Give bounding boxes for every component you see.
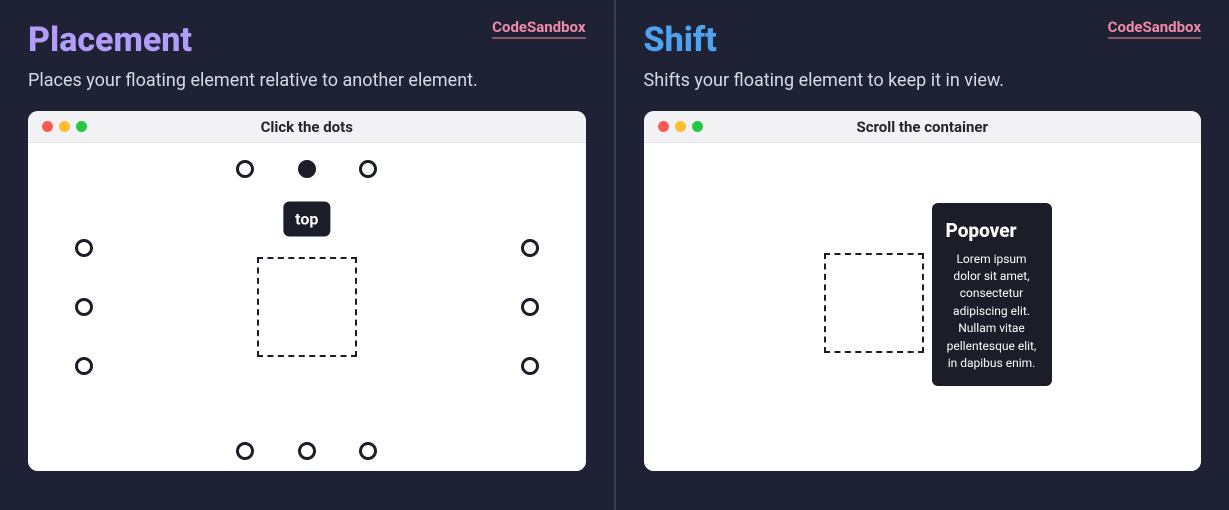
close-icon[interactable] bbox=[658, 121, 669, 132]
shift-subtitle: Shifts your floating element to keep it … bbox=[644, 70, 1202, 91]
popover-body: Lorem ipsum dolor sit amet, consectetur … bbox=[946, 251, 1038, 373]
dot-bottom-end[interactable] bbox=[359, 442, 377, 460]
close-icon[interactable] bbox=[42, 121, 53, 132]
dot-left-end[interactable] bbox=[75, 357, 93, 375]
traffic-lights bbox=[42, 121, 87, 132]
window-caption: Click the dots bbox=[28, 118, 586, 136]
maximize-icon[interactable] bbox=[76, 121, 87, 132]
window-titlebar: Scroll the container bbox=[644, 111, 1202, 143]
shift-panel: CodeSandbox Shift Shifts your floating e… bbox=[616, 0, 1229, 510]
codesandbox-link[interactable]: CodeSandbox bbox=[492, 18, 585, 39]
window-titlebar: Click the dots bbox=[28, 111, 586, 143]
placement-subtitle: Places your floating element relative to… bbox=[28, 70, 586, 91]
minimize-icon[interactable] bbox=[675, 121, 686, 132]
reference-box bbox=[824, 253, 924, 353]
dot-top-end[interactable] bbox=[359, 160, 377, 178]
dot-right-end[interactable] bbox=[521, 357, 539, 375]
popover-title: Popover bbox=[946, 217, 1038, 245]
shift-window: Scroll the container Popover Lorem ipsum… bbox=[644, 111, 1202, 471]
codesandbox-link[interactable]: CodeSandbox bbox=[1108, 18, 1201, 39]
placement-panel: CodeSandbox Placement Places your floati… bbox=[0, 0, 616, 510]
dot-right[interactable] bbox=[521, 298, 539, 316]
dot-bottom-start[interactable] bbox=[236, 442, 254, 460]
reference-box bbox=[257, 257, 357, 357]
dot-top[interactable] bbox=[298, 160, 316, 178]
dot-bottom[interactable] bbox=[298, 442, 316, 460]
traffic-lights bbox=[658, 121, 703, 132]
minimize-icon[interactable] bbox=[59, 121, 70, 132]
dot-left[interactable] bbox=[75, 298, 93, 316]
dot-right-start[interactable] bbox=[521, 239, 539, 257]
placement-content: top bbox=[28, 143, 586, 471]
maximize-icon[interactable] bbox=[692, 121, 703, 132]
shift-content: Popover Lorem ipsum dolor sit amet, cons… bbox=[644, 143, 1202, 471]
dot-top-start[interactable] bbox=[236, 160, 254, 178]
popover: Popover Lorem ipsum dolor sit amet, cons… bbox=[932, 203, 1052, 386]
window-caption: Scroll the container bbox=[644, 118, 1202, 136]
dot-left-start[interactable] bbox=[75, 239, 93, 257]
placement-tooltip: top bbox=[283, 202, 330, 237]
scroll-container[interactable]: Popover Lorem ipsum dolor sit amet, cons… bbox=[644, 143, 1202, 471]
placement-window: Click the dots top bbox=[28, 111, 586, 471]
